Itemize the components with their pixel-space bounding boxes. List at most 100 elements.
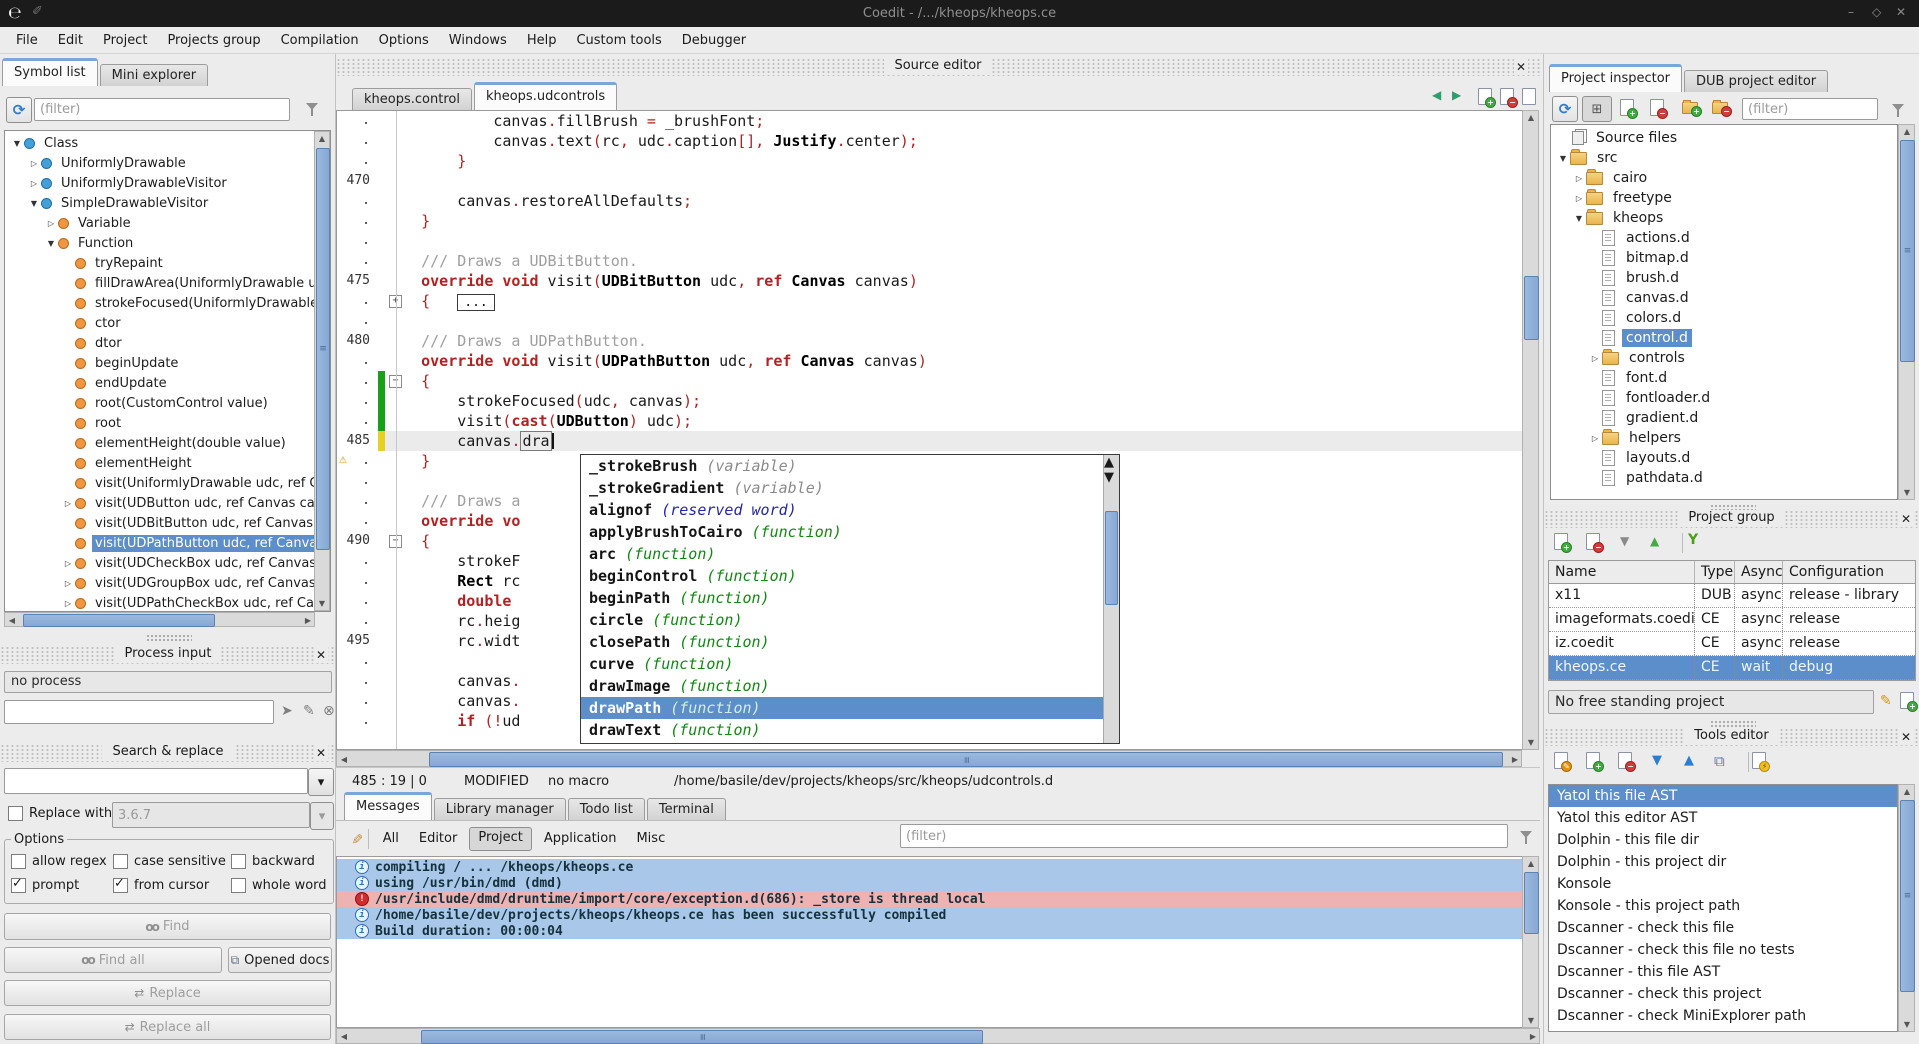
scroll-up-icon[interactable]: ▲: [1524, 111, 1538, 124]
code-line[interactable]: . canvas.fillBrush = _brushFont;: [337, 111, 1522, 131]
scrollbar-thumb[interactable]: [1524, 276, 1539, 340]
send-and-pin-icon[interactable]: ✎: [303, 703, 315, 719]
move-up-icon[interactable]: ▲: [1650, 534, 1659, 548]
minimize-button[interactable]: –: [1848, 5, 1854, 19]
symbol-tree-item[interactable]: ▷visit(UDCheckBox udc, ref Canvas: [6, 553, 314, 573]
tab-todo-list[interactable]: Todo list: [568, 798, 645, 820]
expander-closed-icon[interactable]: ▷: [1588, 434, 1602, 443]
completion-item[interactable]: drawText(function): [581, 719, 1104, 741]
filter-all[interactable]: All: [375, 828, 407, 850]
find-all-button[interactable]: oo Find all: [4, 947, 222, 973]
expander-closed-icon[interactable]: ▷: [27, 159, 41, 168]
code-line[interactable]: . visit(cast(UDButton) udc);: [337, 411, 1522, 431]
menu-item-edit[interactable]: Edit: [48, 27, 93, 54]
option-from-cursor[interactable]: from cursor: [113, 878, 231, 893]
code-line[interactable]: .: [337, 311, 1522, 331]
symbol-tree-item[interactable]: ▷UniformlyDrawableVisitor: [6, 173, 314, 193]
file-tree-item[interactable]: ▷cairo: [1552, 168, 1882, 188]
nav-back-icon[interactable]: ◀: [1432, 88, 1441, 102]
remove-tool-icon[interactable]: −: [1618, 752, 1632, 769]
symbol-tree-item[interactable]: ▷visit(UDGroupBox udc, ref Canvas: [6, 573, 314, 593]
completion-item[interactable]: alignof(reserved word): [581, 499, 1104, 521]
completion-scrollbar[interactable]: ▲ ▼: [1103, 455, 1119, 743]
scroll-down-icon[interactable]: ▼: [1524, 1014, 1538, 1027]
file-tree-item[interactable]: font.d: [1552, 368, 1882, 388]
menu-item-compilation[interactable]: Compilation: [271, 27, 369, 54]
tool-item[interactable]: Dolphin - this project dir: [1549, 851, 1897, 873]
filter-project[interactable]: Project: [469, 827, 531, 851]
file-tree-item[interactable]: canvas.d: [1552, 288, 1882, 308]
expander-open-icon[interactable]: ▼: [44, 239, 58, 248]
scroll-down-icon[interactable]: ▼: [315, 597, 329, 610]
move-tool-down-icon[interactable]: ▼: [1652, 753, 1662, 768]
tab-dub-project-editor[interactable]: DUB project editor: [1684, 70, 1828, 92]
nav-forward-icon[interactable]: ▶: [1452, 88, 1461, 102]
column-header-async[interactable]: Async: [1734, 561, 1782, 583]
tool-item[interactable]: Dscanner - check this file: [1549, 917, 1897, 939]
document-icon[interactable]: [1522, 88, 1536, 105]
file-tree-item[interactable]: layouts.d: [1552, 448, 1882, 468]
scroll-left-icon[interactable]: ◀: [5, 614, 19, 627]
replace-all-button[interactable]: ⇄ Replace all: [4, 1014, 331, 1040]
file-tree-item[interactable]: Source files: [1552, 128, 1882, 148]
expander-closed-icon[interactable]: ▷: [61, 599, 75, 608]
symbol-tree-item[interactable]: ▷UniformlyDrawable: [6, 153, 314, 173]
symbol-tree-item[interactable]: ▷Variable: [6, 213, 314, 233]
remove-project-icon[interactable]: −: [1586, 533, 1600, 550]
checkbox[interactable]: [231, 878, 246, 893]
code-line[interactable]: 470: [337, 171, 1522, 191]
code-line[interactable]: .: [337, 231, 1522, 251]
editor-hscrollbar[interactable]: ◀ ≡ ▶: [336, 750, 1522, 767]
completion-item[interactable]: _strokeGradient(variable): [581, 477, 1104, 499]
code-line[interactable]: . canvas.restoreAllDefaults;: [337, 191, 1522, 211]
add-file-icon[interactable]: +: [1620, 99, 1634, 116]
expander-closed-icon[interactable]: ▷: [61, 499, 75, 508]
code-line[interactable]: 475 override void visit(UDBitButton udc,…: [337, 271, 1522, 291]
checkbox[interactable]: [113, 854, 128, 869]
tool-item[interactable]: Yatol this editor AST: [1549, 807, 1897, 829]
symbol-tree-item[interactable]: visit(UniformlyDrawable udc, ref Ca: [6, 473, 314, 493]
option-prompt[interactable]: prompt: [11, 878, 113, 893]
completion-item[interactable]: drawImage(function): [581, 675, 1104, 697]
code-line[interactable]: . strokeFocused(udc, canvas);: [337, 391, 1522, 411]
expander-open-icon[interactable]: ▼: [1556, 154, 1570, 163]
scrollbar-thumb[interactable]: ≡: [421, 1030, 983, 1044]
new-document-icon[interactable]: +: [1478, 88, 1492, 105]
symbol-tree-item[interactable]: ▷visit(UDPathCheckBox udc, ref Can: [6, 593, 314, 612]
symbol-tree-item[interactable]: beginUpdate: [6, 353, 314, 373]
send-input-icon[interactable]: ➤: [281, 703, 293, 719]
move-down-icon[interactable]: ▼: [1620, 534, 1629, 548]
symbol-tree-item[interactable]: elementHeight: [6, 453, 314, 473]
opened-docs-button[interactable]: ⧉ Opened docs: [228, 947, 332, 973]
tool-item[interactable]: Dscanner - check MiniExplorer path: [1549, 1005, 1897, 1027]
project-refresh-button[interactable]: ⟳: [1552, 96, 1578, 122]
tool-item[interactable]: Yatol this file AST: [1549, 785, 1897, 807]
symbol-tree-item[interactable]: strokeFocused(UniformlyDrawable ud: [6, 293, 314, 313]
code-line[interactable]: . {−: [337, 371, 1522, 391]
file-tree-item[interactable]: brush.d: [1552, 268, 1882, 288]
symbol-tree-item[interactable]: root: [6, 413, 314, 433]
scroll-up-icon[interactable]: ▲: [315, 132, 329, 145]
completion-item[interactable]: beginPath(function): [581, 587, 1104, 609]
expander-open-icon[interactable]: ▼: [27, 199, 41, 208]
scroll-right-icon[interactable]: ▶: [301, 614, 315, 627]
remove-folder-icon[interactable]: −: [1712, 102, 1728, 114]
code-line[interactable]: . }: [337, 211, 1522, 231]
process-input-field[interactable]: [4, 700, 274, 724]
scroll-left-icon[interactable]: ◀: [337, 1030, 351, 1043]
checkbox[interactable]: [11, 854, 26, 869]
scroll-up-icon[interactable]: ▲: [1524, 857, 1538, 870]
clear-filter-icon[interactable]: [306, 103, 318, 110]
scroll-right-icon[interactable]: ▶: [1508, 753, 1522, 766]
completion-item[interactable]: curve(function): [581, 653, 1104, 675]
tool-item[interactable]: Dscanner - this file AST: [1549, 961, 1897, 983]
tool-item[interactable]: Konsole: [1549, 873, 1897, 895]
expander-closed-icon[interactable]: ▷: [1588, 354, 1602, 363]
file-tree-item[interactable]: pathdata.d: [1552, 468, 1882, 488]
menu-item-projects-group[interactable]: Projects group: [157, 27, 270, 54]
option-whole-word[interactable]: whole word: [231, 878, 327, 893]
scrollbar-thumb[interactable]: ≡: [1900, 800, 1915, 992]
tab-mini-explorer[interactable]: Mini explorer: [100, 64, 209, 86]
close-document-icon[interactable]: −: [1500, 88, 1514, 105]
scrollbar-thumb[interactable]: ≡: [429, 752, 1503, 767]
